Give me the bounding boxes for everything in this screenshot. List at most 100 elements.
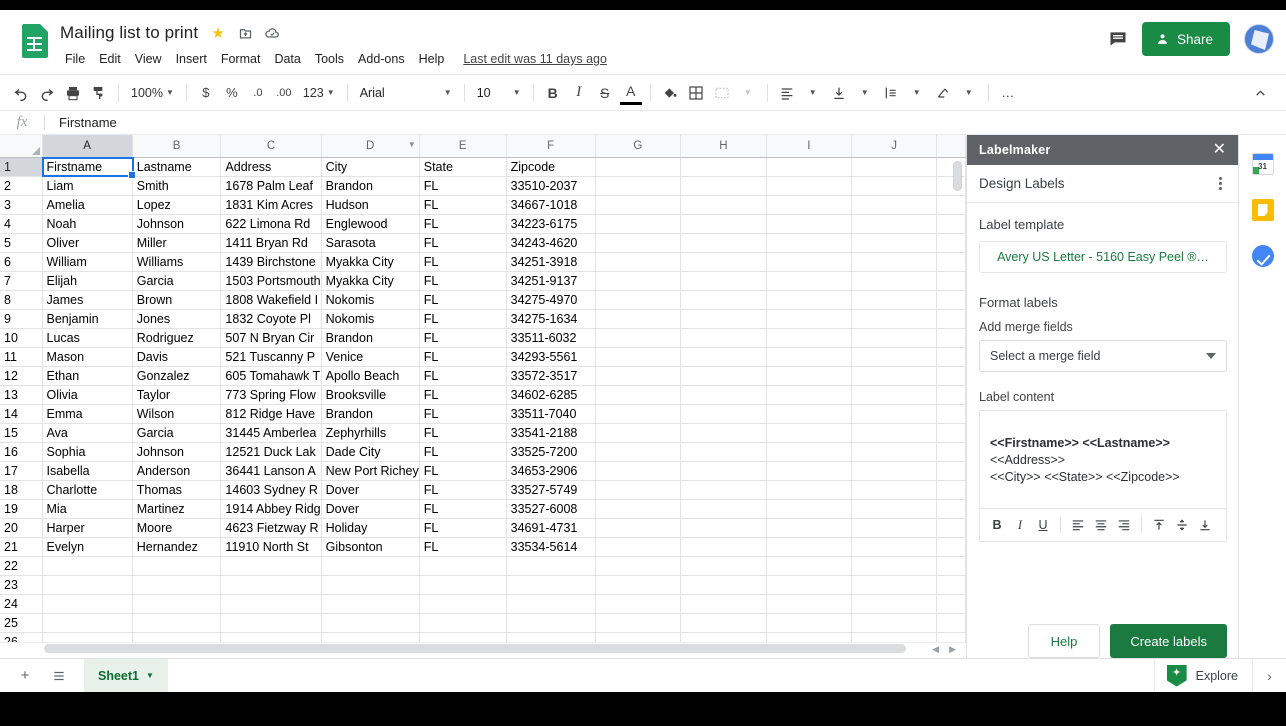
cell[interactable]: FL bbox=[419, 385, 507, 405]
cell[interactable] bbox=[419, 575, 507, 595]
cell[interactable]: Myakka City bbox=[321, 252, 420, 272]
cell[interactable]: Moore bbox=[132, 518, 222, 538]
cell[interactable]: FL bbox=[419, 271, 507, 291]
cell[interactable] bbox=[766, 613, 852, 633]
strikethrough-button[interactable]: S bbox=[592, 80, 618, 106]
align-left-icon[interactable] bbox=[1067, 513, 1089, 537]
row-number[interactable]: 9 bbox=[0, 309, 43, 329]
cell[interactable] bbox=[419, 632, 507, 642]
cell[interactable] bbox=[419, 556, 507, 576]
chevron-right-icon[interactable]: › bbox=[1252, 659, 1286, 692]
share-button[interactable]: Share bbox=[1141, 22, 1230, 56]
cell[interactable] bbox=[595, 214, 682, 234]
cell[interactable] bbox=[595, 195, 682, 215]
cell[interactable] bbox=[321, 632, 420, 642]
cell[interactable] bbox=[595, 575, 682, 595]
cell[interactable]: Elijah bbox=[42, 271, 133, 291]
cell[interactable]: Sophia bbox=[42, 442, 133, 462]
menu-addons[interactable]: Add-ons bbox=[351, 49, 412, 69]
font-family-selector[interactable]: Arial ▼ bbox=[354, 80, 458, 106]
text-rotation-chevron-icon[interactable]: ▼ bbox=[956, 80, 982, 106]
cell[interactable] bbox=[680, 404, 767, 424]
row-number[interactable]: 1 bbox=[0, 157, 43, 177]
cell[interactable] bbox=[680, 176, 767, 196]
cell[interactable]: 34223-6175 bbox=[506, 214, 596, 234]
font-size-selector[interactable]: 10 ▼ bbox=[471, 80, 527, 106]
cell[interactable] bbox=[766, 233, 852, 253]
cell[interactable]: FL bbox=[419, 233, 507, 253]
merge-cells-chevron-icon[interactable]: ▼ bbox=[735, 80, 761, 106]
cell[interactable]: 1914 Abbey Ridg bbox=[220, 499, 322, 519]
cell[interactable] bbox=[42, 632, 133, 642]
cell[interactable] bbox=[595, 309, 682, 329]
cell[interactable]: Brooksville bbox=[321, 385, 420, 405]
cell[interactable] bbox=[595, 423, 682, 443]
cell[interactable] bbox=[851, 271, 938, 291]
cell[interactable]: 622 Limona Rd bbox=[220, 214, 322, 234]
cell[interactable] bbox=[851, 157, 938, 177]
cell[interactable]: 1678 Palm Leaf bbox=[220, 176, 322, 196]
cell[interactable] bbox=[680, 442, 767, 462]
cell[interactable] bbox=[851, 252, 938, 272]
formula-input[interactable]: Firstname bbox=[45, 115, 1286, 130]
cell[interactable]: 14603 Sydney R bbox=[220, 480, 322, 500]
cell[interactable]: 521 Tuscanny P bbox=[220, 347, 322, 367]
cell[interactable] bbox=[595, 290, 682, 310]
cell[interactable] bbox=[419, 594, 507, 614]
align-middle-icon[interactable] bbox=[1171, 513, 1193, 537]
cell[interactable]: 773 Spring Flow bbox=[220, 385, 322, 405]
cell[interactable]: 1439 Birchstone bbox=[220, 252, 322, 272]
column-header-b[interactable]: B bbox=[132, 135, 222, 158]
cell[interactable] bbox=[851, 195, 938, 215]
cell[interactable]: 12521 Duck Lak bbox=[220, 442, 322, 462]
kebab-menu-icon[interactable] bbox=[1213, 173, 1228, 194]
row-number[interactable]: 4 bbox=[0, 214, 43, 234]
cell[interactable] bbox=[680, 214, 767, 234]
undo-icon[interactable] bbox=[8, 80, 34, 106]
row-number[interactable]: 6 bbox=[0, 252, 43, 272]
increase-decimal-button[interactable]: .00 bbox=[271, 80, 297, 106]
cell[interactable] bbox=[851, 442, 938, 462]
align-bottom-icon[interactable] bbox=[1194, 513, 1216, 537]
cell[interactable]: Emma bbox=[42, 404, 133, 424]
label-template-selector[interactable]: Avery US Letter - 5160 Easy Peel ®… bbox=[979, 241, 1227, 273]
row-number[interactable]: 7 bbox=[0, 271, 43, 291]
cell[interactable] bbox=[766, 366, 852, 386]
row-number[interactable]: 10 bbox=[0, 328, 43, 348]
column-header-a[interactable]: A bbox=[42, 135, 133, 158]
keep-icon[interactable] bbox=[1251, 199, 1274, 221]
cell[interactable]: 34251-9137 bbox=[506, 271, 596, 291]
user-avatar[interactable] bbox=[1244, 24, 1274, 54]
row-number[interactable]: 14 bbox=[0, 404, 43, 424]
cell[interactable] bbox=[680, 499, 767, 519]
cell[interactable]: Martinez bbox=[132, 499, 222, 519]
cell[interactable]: Firstname bbox=[42, 157, 133, 177]
row-number[interactable]: 12 bbox=[0, 366, 43, 386]
cell[interactable]: Hudson bbox=[321, 195, 420, 215]
cell[interactable] bbox=[766, 157, 852, 177]
cell[interactable]: Gonzalez bbox=[132, 366, 222, 386]
cell[interactable]: Nokomis bbox=[321, 309, 420, 329]
row-number[interactable]: 3 bbox=[0, 195, 43, 215]
menu-file[interactable]: File bbox=[58, 49, 92, 69]
cell[interactable] bbox=[680, 157, 767, 177]
cell[interactable] bbox=[595, 157, 682, 177]
cell[interactable]: FL bbox=[419, 518, 507, 538]
document-title[interactable]: Mailing list to print bbox=[58, 22, 200, 44]
cell[interactable]: 33541-2188 bbox=[506, 423, 596, 443]
cell[interactable]: Anderson bbox=[132, 461, 222, 481]
cell[interactable] bbox=[680, 480, 767, 500]
cell[interactable] bbox=[766, 328, 852, 348]
create-labels-button[interactable]: Create labels bbox=[1110, 624, 1227, 658]
row-number[interactable]: 23 bbox=[0, 575, 43, 595]
column-header-j[interactable]: J bbox=[851, 135, 938, 158]
cell[interactable] bbox=[506, 613, 596, 633]
cell[interactable] bbox=[851, 461, 938, 481]
cell[interactable]: Harper bbox=[42, 518, 133, 538]
cell[interactable] bbox=[680, 556, 767, 576]
row-number[interactable]: 8 bbox=[0, 290, 43, 310]
cell[interactable]: 507 N Bryan Cir bbox=[220, 328, 322, 348]
menu-insert[interactable]: Insert bbox=[169, 49, 214, 69]
cell[interactable]: Wilson bbox=[132, 404, 222, 424]
align-center-icon[interactable] bbox=[1090, 513, 1112, 537]
